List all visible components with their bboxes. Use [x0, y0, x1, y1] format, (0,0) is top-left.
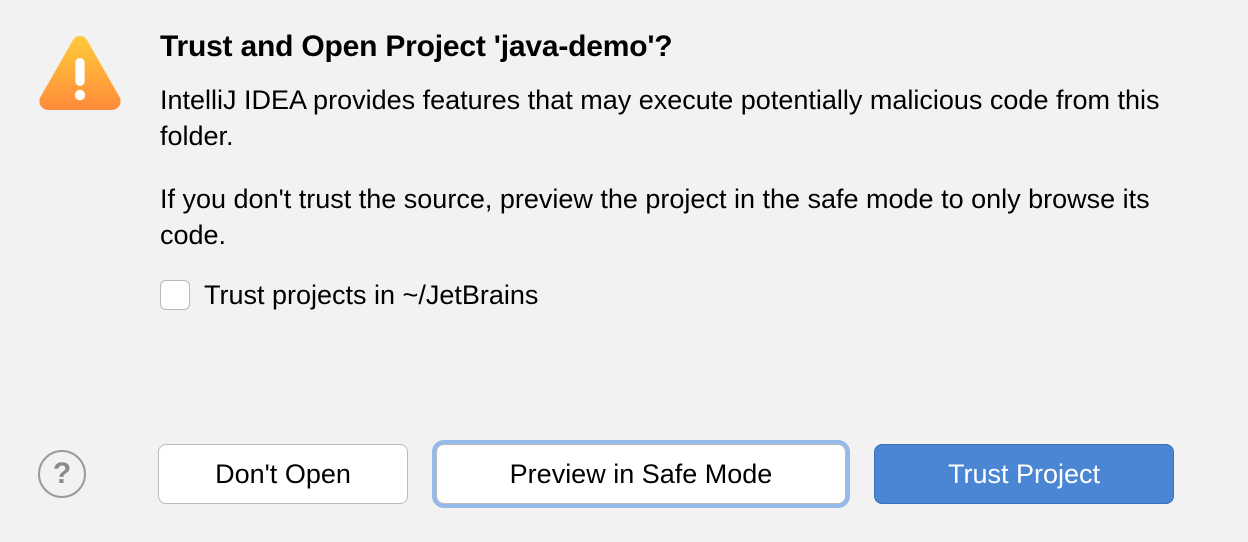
warning-icon	[38, 34, 122, 112]
help-button[interactable]: ?	[38, 450, 86, 498]
trust-projects-checkbox-row[interactable]: Trust projects in ~/JetBrains	[160, 280, 1210, 311]
body-paragraph-1: IntelliJ IDEA provides features that may…	[160, 82, 1210, 155]
content-column: Trust and Open Project 'java-demo'? Inte…	[160, 30, 1210, 311]
action-buttons: Don't Open Preview in Safe Mode Trust Pr…	[158, 444, 1210, 504]
help-icon: ?	[53, 459, 71, 489]
dialog-title: Trust and Open Project 'java-demo'?	[160, 30, 1210, 64]
trust-project-dialog: Trust and Open Project 'java-demo'? Inte…	[0, 0, 1248, 542]
trust-project-label: Trust Project	[948, 459, 1100, 490]
button-row: ? Don't Open Preview in Safe Mode Trust …	[38, 416, 1210, 504]
trust-projects-checkbox-label: Trust projects in ~/JetBrains	[204, 280, 538, 311]
preview-safe-mode-button[interactable]: Preview in Safe Mode	[436, 444, 846, 504]
trust-project-button[interactable]: Trust Project	[874, 444, 1174, 504]
dialog-body: IntelliJ IDEA provides features that may…	[160, 82, 1210, 254]
preview-safe-mode-label: Preview in Safe Mode	[510, 459, 773, 490]
dialog-top-row: Trust and Open Project 'java-demo'? Inte…	[38, 30, 1210, 311]
dont-open-button[interactable]: Don't Open	[158, 444, 408, 504]
icon-column	[38, 30, 122, 117]
body-paragraph-2: If you don't trust the source, preview t…	[160, 181, 1210, 254]
dont-open-label: Don't Open	[215, 459, 351, 490]
trust-projects-checkbox[interactable]	[160, 280, 190, 310]
